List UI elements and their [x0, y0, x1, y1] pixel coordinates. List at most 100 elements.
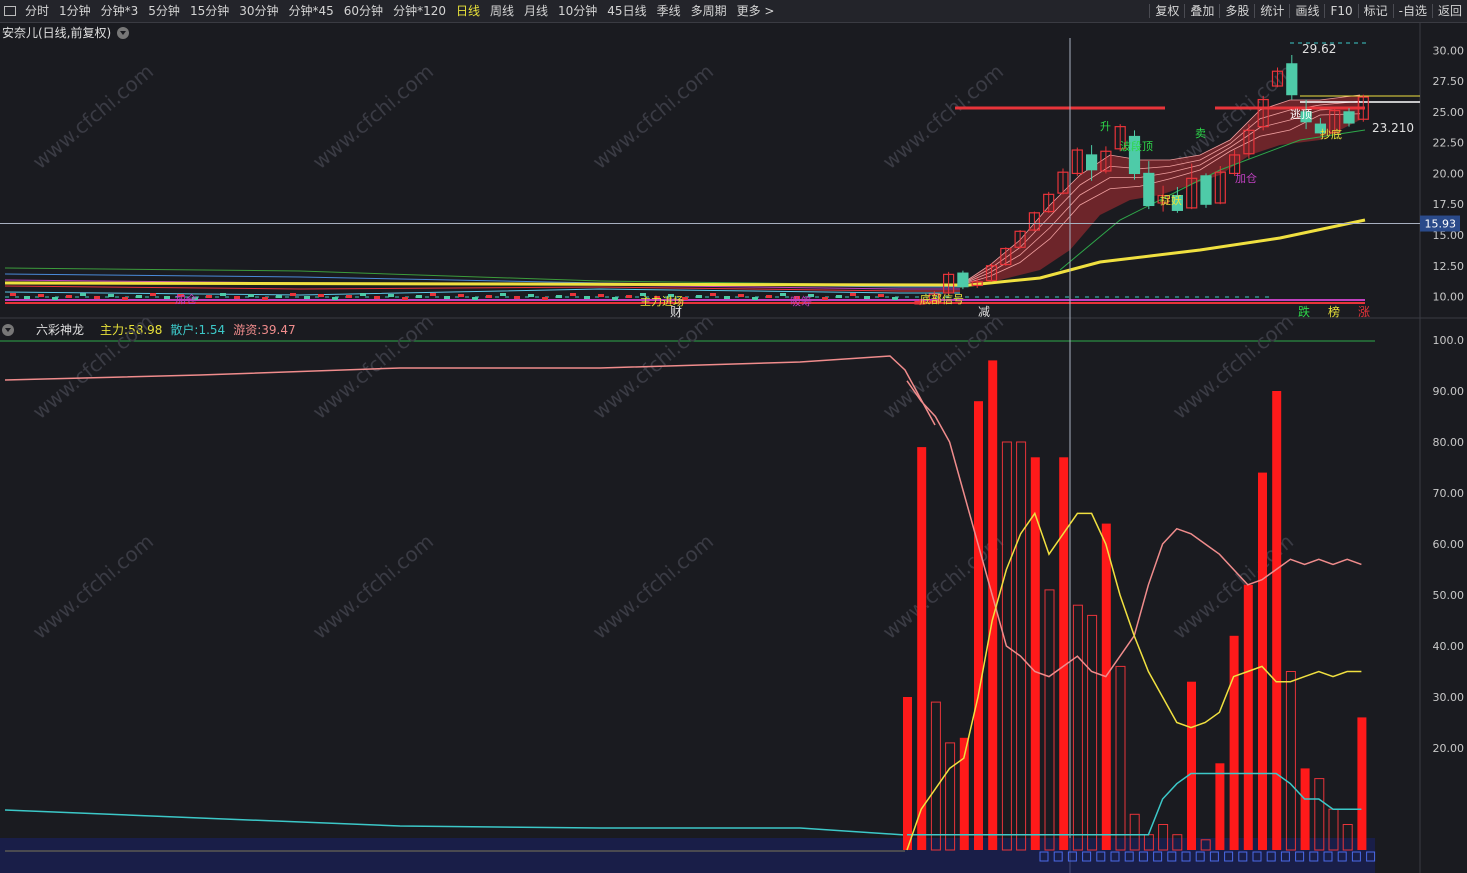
- signal-annotation: 吸筹: [790, 294, 812, 308]
- small-candle: [94, 296, 100, 299]
- indicator-bar: [1243, 584, 1253, 850]
- small-candle: [374, 296, 380, 299]
- small-candle: [864, 296, 870, 299]
- small-candle: [780, 293, 786, 296]
- small-candle: [850, 293, 856, 296]
- small-candle: [38, 294, 44, 297]
- indicator-bar: [1101, 523, 1111, 850]
- ma-line: [4, 285, 960, 292]
- small-candle: [24, 296, 30, 299]
- indicator-bar: [1357, 717, 1367, 850]
- small-candle: [710, 293, 716, 296]
- indicator-tick-label: 50.00: [1433, 589, 1465, 602]
- small-candle: [248, 294, 254, 297]
- signal-annotation: 波段顶: [1120, 139, 1153, 153]
- watermark-text: www.cfchi.com: [878, 59, 1008, 174]
- signal-annotation: 逃顶: [1290, 108, 1312, 121]
- small-candle: [108, 294, 114, 297]
- small-candle: [10, 293, 16, 296]
- indicator-bar: [903, 697, 912, 850]
- signal-annotation: 底部信号: [920, 292, 964, 306]
- indicator-bar: [917, 447, 927, 850]
- candle-body: [957, 272, 969, 288]
- indicator-bar: [1072, 604, 1083, 851]
- price-tick-label: 10.00: [1433, 291, 1465, 304]
- candle-body: [1343, 111, 1355, 124]
- small-candle: [612, 297, 618, 300]
- crosshair-price-label: 15.93: [1425, 218, 1457, 231]
- small-candle: [836, 295, 842, 298]
- small-candle: [164, 296, 170, 299]
- small-candle: [80, 293, 86, 296]
- price-tick-label: 12.50: [1433, 260, 1465, 273]
- bottom-signal-label: 涨: [1358, 304, 1370, 319]
- ma-long-line: [4, 281, 961, 287]
- indicator-bar: [1215, 763, 1225, 850]
- indicator-bar: [930, 701, 941, 851]
- high-price-label: 29.62: [1302, 42, 1336, 56]
- small-candle: [500, 293, 506, 296]
- small-candle: [486, 295, 492, 298]
- small-candle: [262, 297, 268, 300]
- watermark-text: www.cfchi.com: [308, 529, 438, 644]
- indicator-bar: [1285, 671, 1296, 851]
- small-candle: [388, 294, 394, 297]
- watermark-text: www.cfchi.com: [588, 529, 718, 644]
- watermark-text: www.cfchi.com: [308, 59, 438, 174]
- small-candle: [892, 297, 898, 300]
- signal-annotation: 加仓: [1235, 171, 1257, 185]
- bottom-signal-label: 财: [670, 305, 682, 319]
- candle-body: [1286, 63, 1298, 96]
- retail-line: [4, 809, 906, 836]
- indicator-tick-label: 30.00: [1433, 691, 1465, 704]
- small-candle: [514, 296, 520, 299]
- small-candle: [290, 293, 296, 296]
- chart-canvas[interactable]: 30.0027.5025.0022.5020.0017.5015.0012.50…: [0, 0, 1467, 873]
- indicator-tick-label: 20.00: [1433, 742, 1465, 755]
- small-candle: [402, 297, 408, 300]
- small-candle: [136, 295, 142, 298]
- indicator-bar: [1229, 635, 1239, 850]
- indicator-bar: [974, 401, 983, 850]
- watermark-text: www.cfchi.com: [28, 59, 158, 174]
- indicator-tick-label: 80.00: [1433, 436, 1465, 449]
- bottom-signal-label: 跌: [1298, 304, 1310, 319]
- price-tick-label: 17.50: [1433, 198, 1465, 211]
- indicator-bar: [1300, 768, 1310, 850]
- indicator-bar: [1272, 391, 1282, 850]
- candle-body: [1085, 154, 1098, 171]
- small-candle: [206, 295, 212, 298]
- small-candle: [822, 297, 828, 300]
- price-tick-label: 25.00: [1433, 106, 1465, 119]
- indicator-tick-label: 70.00: [1433, 487, 1465, 500]
- small-candle: [52, 297, 58, 300]
- small-candle: [276, 295, 282, 298]
- small-candle: [528, 294, 534, 297]
- small-candle: [444, 296, 450, 299]
- signal-annotation: 升: [1100, 120, 1111, 133]
- bottom-signal-label: 减: [978, 305, 990, 319]
- small-candle: [752, 297, 758, 300]
- price-tick-label: 27.50: [1433, 75, 1465, 88]
- indicator-tick-label: 100.0: [1433, 334, 1465, 347]
- small-candle: [542, 297, 548, 300]
- small-candle: [360, 293, 366, 296]
- volume-band: [0, 838, 1375, 873]
- hotmoney-line: [4, 355, 936, 426]
- indicator-bar: [1044, 589, 1055, 851]
- candle-body: [1200, 175, 1212, 205]
- small-candle: [346, 295, 352, 298]
- small-candle: [416, 295, 422, 298]
- indicator-bar: [1059, 457, 1069, 850]
- small-candle: [234, 296, 240, 299]
- signal-annotation: 抄底: [1320, 127, 1342, 141]
- price-tick-label: 22.50: [1433, 137, 1465, 150]
- mid-price-label: 23.210: [1372, 121, 1414, 135]
- small-candle: [66, 295, 72, 298]
- small-candle: [472, 297, 478, 300]
- small-candle: [150, 293, 156, 296]
- small-candle: [220, 293, 226, 296]
- small-candle: [584, 296, 590, 299]
- indicator-bar: [1016, 441, 1027, 851]
- indicator-bar: [1187, 681, 1196, 850]
